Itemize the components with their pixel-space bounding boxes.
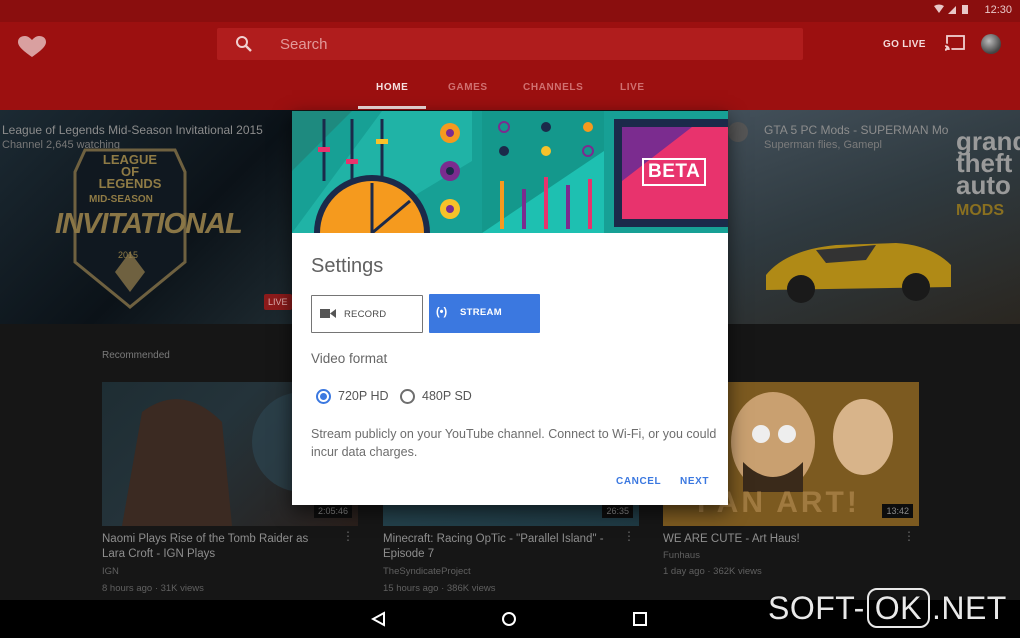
video-title[interactable]: WE ARE CUTE - Art Haus! — [663, 532, 893, 547]
cancel-button[interactable]: CANCEL — [616, 476, 661, 487]
settings-dialog: BETA Settings RECORD (•) STREAM Video fo… — [292, 111, 728, 505]
wifi-signal-battery-icon — [934, 4, 968, 14]
recommended-heading: Recommended — [102, 350, 170, 361]
avatar[interactable] — [981, 34, 1001, 54]
go-live-button[interactable]: GO LIVE — [883, 39, 926, 50]
app-root: 12:30 Search GO LIVE HOME GAMES CHANNELS… — [0, 0, 1020, 638]
featured-right-title: GTA 5 PC Mods - SUPERMAN Mo — [764, 123, 949, 137]
heart-logo-icon[interactable] — [18, 36, 46, 58]
stream-button[interactable]: (•) STREAM — [429, 294, 540, 333]
search-input[interactable]: Search — [280, 36, 328, 53]
watermark-ok: OK — [866, 588, 930, 628]
radio-selected-icon[interactable] — [316, 389, 331, 404]
gta-logo-mods: MODS — [956, 202, 1004, 219]
more-vert-icon[interactable]: ⋮ — [903, 530, 915, 542]
record-button[interactable]: RECORD — [311, 295, 423, 333]
dialog-title: Settings — [311, 255, 384, 277]
tab-live[interactable]: LIVE — [620, 82, 645, 93]
featured-live-left[interactable]: League of Legends Mid-Season Invitationa… — [0, 110, 292, 324]
video-duration: 26:35 — [602, 504, 633, 518]
gta-logo-line3: auto — [956, 170, 1011, 200]
search-icon[interactable] — [235, 35, 253, 53]
radio-unselected-icon[interactable] — [400, 389, 415, 404]
radio-480p-label: 480P SD — [422, 389, 472, 403]
record-button-label: RECORD — [344, 309, 387, 320]
search-bar[interactable]: Search — [217, 28, 803, 60]
video-channel[interactable]: IGN — [102, 566, 119, 577]
video-channel[interactable]: Funhaus — [663, 550, 700, 561]
status-icons — [934, 4, 972, 18]
crest-year: 2015 — [118, 250, 139, 260]
crest-line1: LEAGUE OF LEGENDS — [98, 152, 162, 191]
video-duration: 13:42 — [882, 504, 913, 518]
status-clock: 12:30 — [984, 4, 1012, 16]
cast-icon[interactable] — [945, 35, 965, 51]
tab-games[interactable]: GAMES — [448, 82, 488, 93]
video-format-label: Video format — [311, 351, 388, 366]
crest-line2: MID-SEASON — [89, 194, 153, 205]
video-title[interactable]: Minecraft: Racing OpTic - "Parallel Isla… — [383, 532, 613, 562]
more-vert-icon[interactable]: ⋮ — [623, 530, 635, 542]
stream-button-label: STREAM — [460, 307, 502, 318]
watermark-right: .NET — [931, 590, 1007, 626]
gta-logo: grand theft auto MODS — [956, 128, 1020, 220]
featured-live-right[interactable]: GTA 5 PC Mods - SUPERMAN Mo Superman fli… — [728, 110, 1020, 324]
tab-channels[interactable]: CHANNELS — [523, 82, 583, 93]
featured-title: League of Legends Mid-Season Invitationa… — [2, 123, 263, 137]
back-triangle-icon[interactable] — [371, 611, 387, 627]
video-channel[interactable]: TheSyndicateProject — [383, 566, 471, 577]
status-bar: 12:30 — [0, 0, 1020, 22]
video-title[interactable]: Naomi Plays Rise of the Tomb Raider as L… — [102, 532, 332, 562]
next-button[interactable]: NEXT — [680, 476, 709, 487]
broadcast-icon: (•) — [436, 306, 448, 318]
lol-crest-logo: LEAGUE OF LEGENDS MID-SEASON INVITATIONA… — [55, 142, 243, 312]
tab-indicator — [358, 106, 426, 109]
crest-line3: INVITATIONAL — [55, 208, 243, 240]
video-meta: 8 hours ago · 31K views — [102, 583, 204, 594]
watermark: SOFT- OK .NET — [768, 588, 1007, 632]
watermark-left: SOFT- — [768, 590, 865, 626]
video-meta: 1 day ago · 362K views — [663, 566, 762, 577]
home-circle-icon[interactable] — [501, 611, 517, 627]
videocam-icon — [320, 309, 336, 318]
channel-badge — [728, 122, 748, 142]
video-meta: 15 hours ago · 386K views — [383, 583, 496, 594]
recents-square-icon[interactable] — [632, 611, 648, 627]
dialog-banner: BETA — [292, 111, 728, 233]
app-bar: Search GO LIVE HOME GAMES CHANNELS LIVE — [0, 22, 1020, 110]
stream-description: Stream publicly on your YouTube channel.… — [311, 427, 717, 459]
radio-720p-label: 720P HD — [338, 389, 389, 403]
sports-car-image — [766, 243, 951, 303]
beta-badge: BETA — [642, 158, 707, 186]
featured-right-subtitle: Superman flies, Gamepl — [764, 139, 882, 151]
live-badge: LIVE — [264, 294, 292, 310]
video-duration: 2:05:46 — [313, 504, 352, 518]
tab-home-label[interactable]: HOME — [376, 82, 408, 93]
more-vert-icon[interactable]: ⋮ — [342, 530, 354, 542]
